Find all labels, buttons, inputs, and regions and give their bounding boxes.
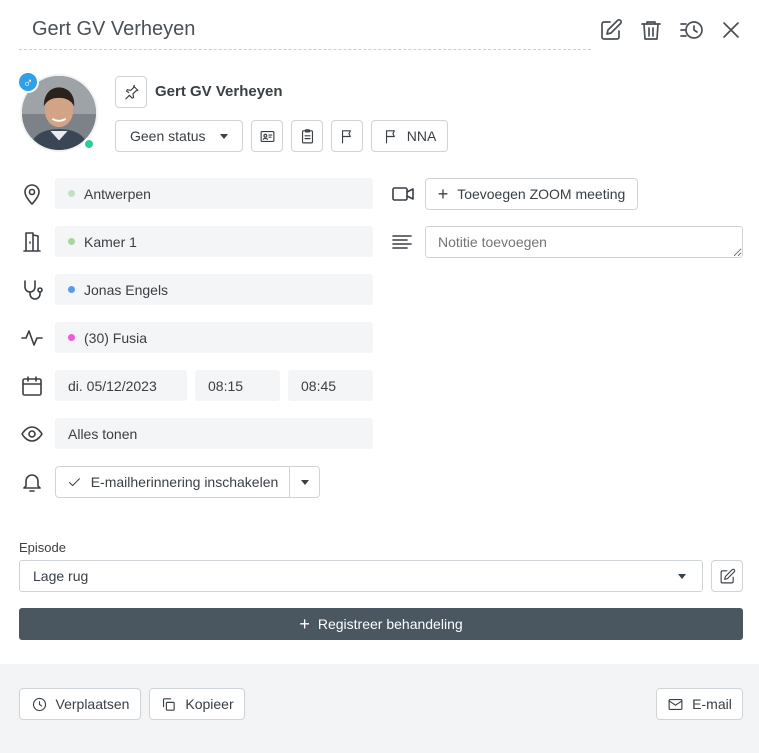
eye-icon <box>19 421 45 447</box>
add-zoom-meeting-label: Toevoegen ZOOM meeting <box>457 186 626 202</box>
flag-label: NNA <box>406 128 437 144</box>
calendar-icon <box>19 373 45 399</box>
nna-flag-button[interactable]: NNA <box>371 120 448 152</box>
close-icon[interactable] <box>717 16 745 44</box>
clock-icon <box>32 697 46 711</box>
end-time-value: 08:45 <box>301 377 337 394</box>
copy-label: Kopieer <box>185 696 234 712</box>
flag-button[interactable] <box>331 120 363 152</box>
location-dot <box>68 190 75 197</box>
start-time-value: 08:15 <box>208 377 244 394</box>
email-reminder-label: E-mailherinnering inschakelen <box>90 474 279 490</box>
email-reminder-dropdown[interactable] <box>289 466 320 498</box>
chevron-down-icon <box>300 479 309 485</box>
practitioner-field[interactable]: Jonas Engels <box>55 274 373 305</box>
move-label: Verplaatsen <box>55 696 130 712</box>
room-field[interactable]: Kamer 1 <box>55 226 373 257</box>
pin-button[interactable] <box>115 76 147 108</box>
bell-icon <box>19 469 45 495</box>
chevron-down-icon <box>678 574 686 579</box>
copy-button[interactable]: Kopieer <box>149 688 245 720</box>
note-input[interactable] <box>425 226 743 258</box>
pin-icon <box>124 84 138 99</box>
practitioner-value: Jonas Engels <box>84 281 169 298</box>
patient-name: Gert GV Verheyen <box>155 83 283 100</box>
plus-icon: + <box>299 613 310 634</box>
service-value: (30) Fusia <box>84 329 148 346</box>
stethoscope-icon <box>19 277 45 303</box>
room-dot <box>68 238 75 245</box>
service-field[interactable]: (30) Fusia <box>55 322 373 353</box>
flag-icon <box>341 129 351 143</box>
visibility-field[interactable]: Alles tonen <box>55 418 373 449</box>
edit-episode-button[interactable] <box>711 560 743 592</box>
align-left-icon <box>389 229 415 255</box>
move-button[interactable]: Verplaatsen <box>19 688 141 720</box>
service-dot <box>68 334 75 341</box>
email-button[interactable]: E-mail <box>656 688 743 720</box>
edit-icon[interactable] <box>597 16 625 44</box>
practitioner-dot <box>68 286 75 293</box>
episode-select[interactable]: Lage rug <box>19 560 703 592</box>
clipboard-icon <box>301 128 313 143</box>
end-time-field[interactable]: 08:45 <box>288 370 373 401</box>
register-treatment-label: Registreer behandeling <box>317 616 463 632</box>
page-title: Gert GV Verheyen <box>32 18 196 40</box>
status-dropdown[interactable]: Geen status <box>115 120 243 152</box>
room-value: Kamer 1 <box>84 233 137 250</box>
edit-icon <box>720 568 735 583</box>
title-field[interactable]: Gert GV Verheyen <box>19 10 591 50</box>
visibility-value: Alles tonen <box>68 425 138 442</box>
episode-value: Lage rug <box>33 568 89 584</box>
location-value: Antwerpen <box>84 185 151 202</box>
map-pin-icon <box>19 181 45 207</box>
activity-icon <box>19 325 45 351</box>
clipboard-button[interactable] <box>291 120 323 152</box>
copy-icon <box>163 697 176 711</box>
door-icon <box>19 229 45 255</box>
register-treatment-button[interactable]: + Registreer behandeling <box>19 608 743 640</box>
history-icon[interactable] <box>677 16 705 44</box>
flag-icon <box>385 129 395 143</box>
plus-icon: + <box>437 184 449 204</box>
id-card-button[interactable] <box>251 120 283 152</box>
id-card-icon <box>260 130 274 142</box>
date-value: di. 05/12/2023 <box>68 377 157 394</box>
appointment-panel: Gert GV Verheyen ♂ Gert GV Verheyen Geen… <box>0 0 759 753</box>
add-zoom-meeting-button[interactable]: + Toevoegen ZOOM meeting <box>425 178 638 210</box>
date-field[interactable]: di. 05/12/2023 <box>55 370 187 401</box>
episode-label: Episode <box>19 540 66 555</box>
video-icon <box>389 181 417 207</box>
status-label: Geen status <box>130 128 206 144</box>
check-icon <box>68 477 80 486</box>
email-label: E-mail <box>692 696 732 712</box>
mail-icon <box>668 698 683 710</box>
trash-icon[interactable] <box>637 16 665 44</box>
location-field[interactable]: Antwerpen <box>55 178 373 209</box>
email-reminder-button[interactable]: E-mailherinnering inschakelen <box>55 466 290 498</box>
gender-badge: ♂ <box>17 71 39 93</box>
start-time-field[interactable]: 08:15 <box>195 370 280 401</box>
online-status-dot <box>83 138 95 150</box>
footer: Verplaatsen Kopieer E-mail <box>0 664 759 753</box>
chevron-down-icon <box>220 133 228 139</box>
